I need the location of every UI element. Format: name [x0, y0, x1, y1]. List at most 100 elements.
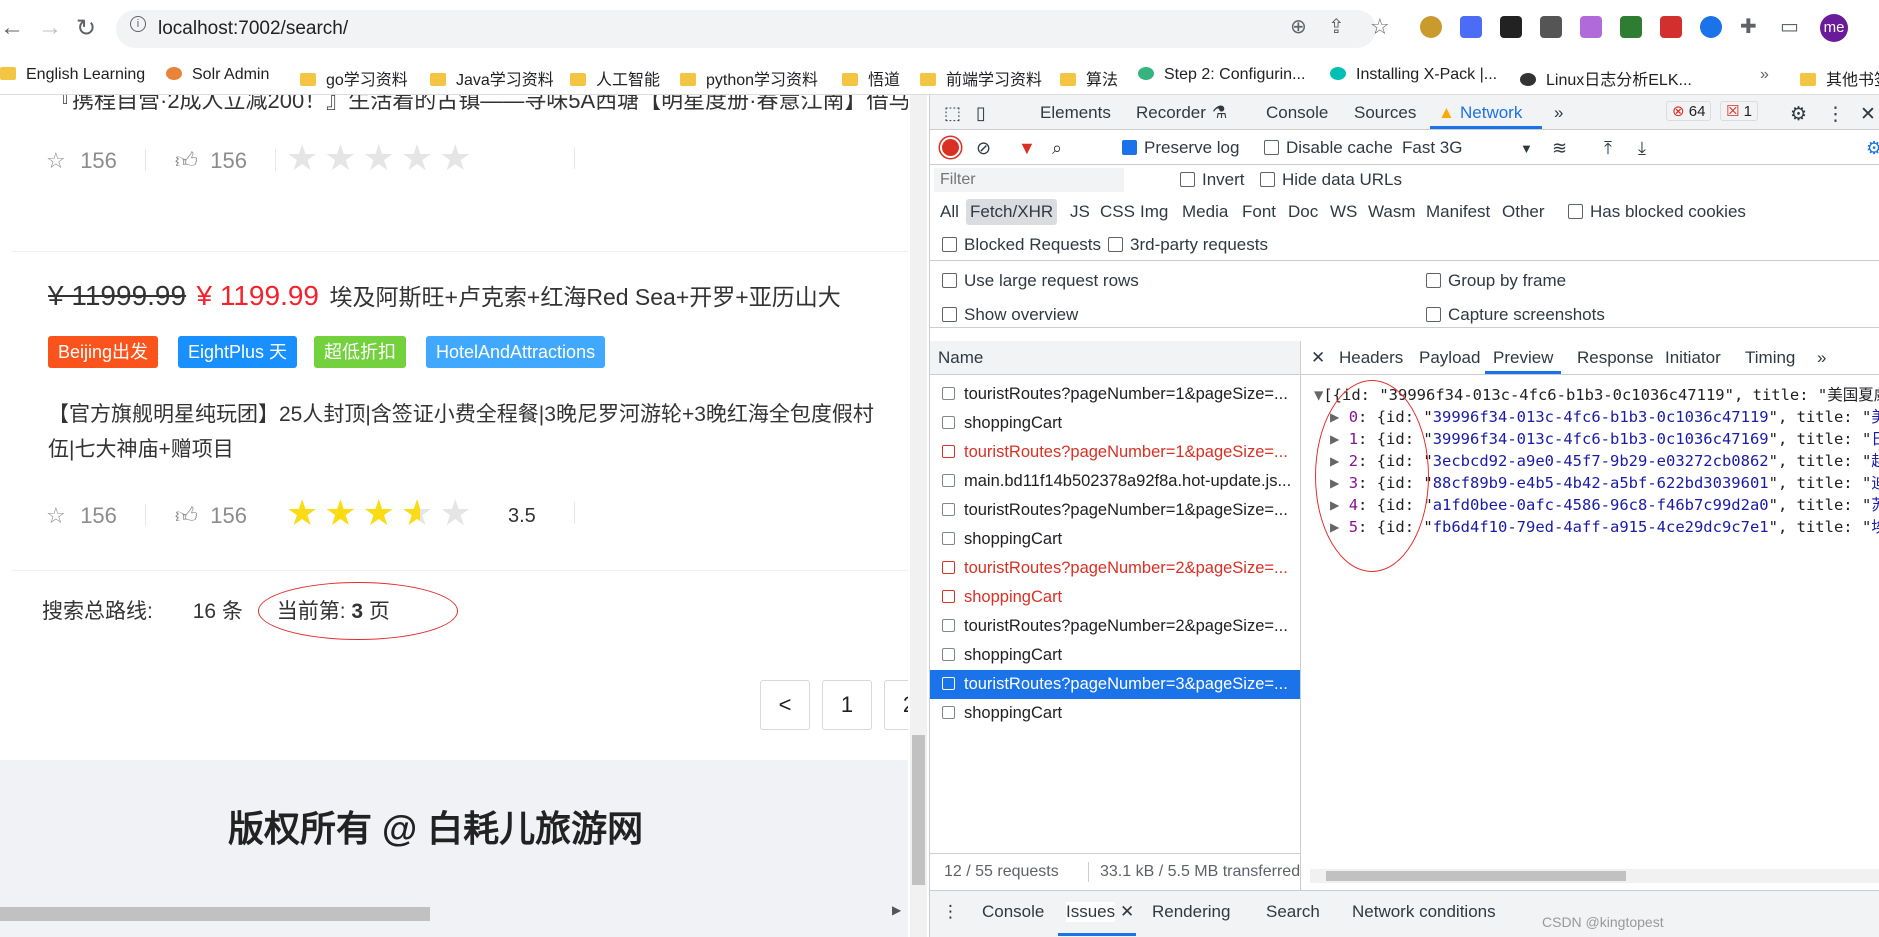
checkbox[interactable]	[1260, 172, 1275, 187]
bookmark-star-icon[interactable]: ☆	[1370, 14, 1390, 40]
invert-checkbox[interactable]: Invert	[1180, 170, 1245, 190]
checkbox[interactable]	[1426, 273, 1441, 288]
drawer-tab-console[interactable]: Console	[982, 902, 1044, 922]
checkbox[interactable]	[942, 237, 957, 252]
network-settings-icon[interactable]: ⚙	[1866, 138, 1879, 159]
tab-console[interactable]: Console	[1266, 103, 1328, 123]
panel-divider[interactable]	[1300, 341, 1301, 901]
inspect-element-icon[interactable]: ⬚	[944, 103, 961, 124]
bookmark-java[interactable]: Java学习资料	[430, 66, 554, 90]
issues-badge[interactable]: ☒ 1	[1720, 101, 1758, 121]
checkbox[interactable]	[1264, 140, 1279, 155]
request-row-selected[interactable]: touristRoutes?pageNumber=3&pageSize=...	[930, 670, 1300, 699]
hide-data-urls-checkbox[interactable]: Hide data URLs	[1260, 170, 1402, 190]
type-doc[interactable]: Doc	[1288, 202, 1318, 222]
drawer-tab-search[interactable]: Search	[1266, 902, 1320, 922]
extension-red-icon[interactable]	[1660, 16, 1682, 38]
checkbox-checked[interactable]	[1122, 140, 1137, 155]
zoom-icon[interactable]: ⊕	[1290, 14, 1307, 39]
request-row-error[interactable]: touristRoutes?pageNumber=2&pageSize=...	[930, 554, 1300, 583]
third-party-checkbox[interactable]: 3rd-party requests	[1108, 235, 1268, 255]
route-title[interactable]: 埃及阿斯旺+卢克索+红海Red Sea+开罗+亚历山大	[329, 284, 840, 310]
bookmarks-overflow-icon[interactable]: »	[1760, 66, 1769, 84]
rating-star-icon[interactable]: ★	[286, 137, 324, 178]
request-row-error[interactable]: touristRoutes?pageNumber=1&pageSize=...	[930, 438, 1300, 467]
type-other[interactable]: Other	[1502, 202, 1545, 222]
tab-network[interactable]: Network	[1460, 103, 1522, 123]
clear-icon[interactable]: ⊘	[976, 138, 991, 159]
bookmark-frontend[interactable]: 前端学习资料	[920, 66, 1042, 90]
card1-rating-stars[interactable]: ★★★★★	[286, 137, 477, 179]
type-ws[interactable]: WS	[1330, 202, 1357, 222]
request-row[interactable]: shoppingCart	[930, 699, 1300, 728]
bookmark-english-learning[interactable]: English Learning	[0, 66, 145, 84]
collapse-triangle-icon[interactable]: ▼	[1314, 386, 1323, 404]
bookmark-step2[interactable]: Step 2: Configurin...	[1138, 66, 1305, 84]
more-detail-tabs-icon[interactable]: »	[1817, 348, 1826, 368]
preview-horizontal-scrollbar[interactable]	[1310, 869, 1879, 883]
extensions-puzzle-icon[interactable]: ✚	[1740, 14, 1757, 39]
blocked-requests-checkbox[interactable]: Blocked Requests	[942, 235, 1101, 255]
type-media[interactable]: Media	[1182, 202, 1228, 222]
checkbox[interactable]	[1108, 237, 1123, 252]
network-conditions-icon[interactable]: ≋	[1552, 138, 1567, 159]
bookmark-ai[interactable]: 人工智能	[570, 66, 660, 90]
errors-badge[interactable]: ⊗ 64	[1666, 101, 1712, 121]
show-overview-checkbox[interactable]: Show overview	[942, 305, 1078, 325]
rating-star-icon[interactable]: ★	[286, 492, 324, 533]
bookmark-go[interactable]: go学习资料	[300, 66, 408, 90]
checkbox[interactable]	[1568, 204, 1583, 219]
like-icon[interactable]: 👍︎	[175, 148, 198, 173]
checkbox[interactable]	[942, 273, 957, 288]
extension-1-icon[interactable]	[1420, 16, 1442, 38]
rating-star-icon[interactable]: ★	[439, 137, 477, 178]
large-rows-checkbox[interactable]: Use large request rows	[942, 271, 1139, 291]
rating-star-icon[interactable]: ★	[401, 137, 439, 178]
side-panel-icon[interactable]: ▭	[1780, 14, 1799, 39]
tab-recorder[interactable]: Recorder	[1136, 103, 1206, 123]
type-fetch-xhr[interactable]: Fetch/XHR	[966, 199, 1058, 225]
back-icon[interactable]: ←	[0, 14, 24, 42]
like-icon[interactable]: 👍︎	[175, 503, 198, 528]
tab-timing[interactable]: Timing	[1745, 348, 1795, 368]
extension-pen-icon[interactable]	[1580, 16, 1602, 38]
bookmark-wudao[interactable]: 悟道	[842, 66, 900, 90]
bookmark-linux-elk[interactable]: Linux日志分析ELK...	[1520, 66, 1692, 90]
settings-gear-icon[interactable]: ⚙	[1790, 103, 1807, 126]
extension-binary-icon[interactable]	[1500, 16, 1522, 38]
type-css[interactable]: CSS	[1100, 202, 1135, 222]
type-manifest[interactable]: Manifest	[1426, 202, 1490, 222]
close-devtools-icon[interactable]: ✕	[1860, 103, 1876, 126]
reload-icon[interactable]: ↻	[76, 14, 96, 43]
page-1-button[interactable]: 1	[822, 680, 872, 730]
route-title-partial[interactable]: 『携程自营·2成人立减200！』生活着的古镇——寻味5A西塘【明星度册·春意江南…	[50, 95, 908, 115]
tab-sources[interactable]: Sources	[1354, 103, 1416, 123]
request-row[interactable]: touristRoutes?pageNumber=1&pageSize=...	[930, 380, 1300, 409]
bookmark-xpack[interactable]: Installing X-Pack |...	[1330, 66, 1497, 84]
drawer-tab-rendering[interactable]: Rendering	[1152, 902, 1230, 922]
extension-blue-icon[interactable]	[1700, 16, 1722, 38]
type-all[interactable]: All	[940, 202, 959, 222]
card2-rating-stars[interactable]: ★★★★★	[286, 492, 477, 534]
type-js[interactable]: JS	[1070, 202, 1090, 222]
checkbox[interactable]	[942, 307, 957, 322]
bookmark-algorithm[interactable]: 算法	[1060, 66, 1118, 90]
drawer-menu-icon[interactable]: ⋮	[942, 902, 959, 922]
request-row[interactable]: shoppingCart	[930, 525, 1300, 554]
extension-2-icon[interactable]	[1460, 16, 1482, 38]
record-icon[interactable]	[942, 139, 959, 156]
rating-star-icon[interactable]: ★	[363, 137, 401, 178]
more-tabs-icon[interactable]: »	[1554, 103, 1563, 123]
checkbox[interactable]	[1426, 307, 1441, 322]
request-row[interactable]: touristRoutes?pageNumber=2&pageSize=...	[930, 612, 1300, 641]
tab-response[interactable]: Response	[1577, 348, 1654, 368]
site-info-icon[interactable]: i	[130, 16, 146, 32]
disable-cache-checkbox[interactable]: Disable cache	[1264, 138, 1393, 158]
preserve-log-checkbox[interactable]: Preserve log	[1122, 138, 1239, 158]
tab-elements[interactable]: Elements	[1040, 103, 1111, 123]
request-row[interactable]: shoppingCart	[930, 641, 1300, 670]
type-img[interactable]: Img	[1140, 202, 1168, 222]
search-icon[interactable]: ⌕	[1052, 138, 1062, 159]
name-column-header[interactable]: Name	[938, 348, 983, 368]
request-row[interactable]: touristRoutes?pageNumber=1&pageSize=...	[930, 496, 1300, 525]
